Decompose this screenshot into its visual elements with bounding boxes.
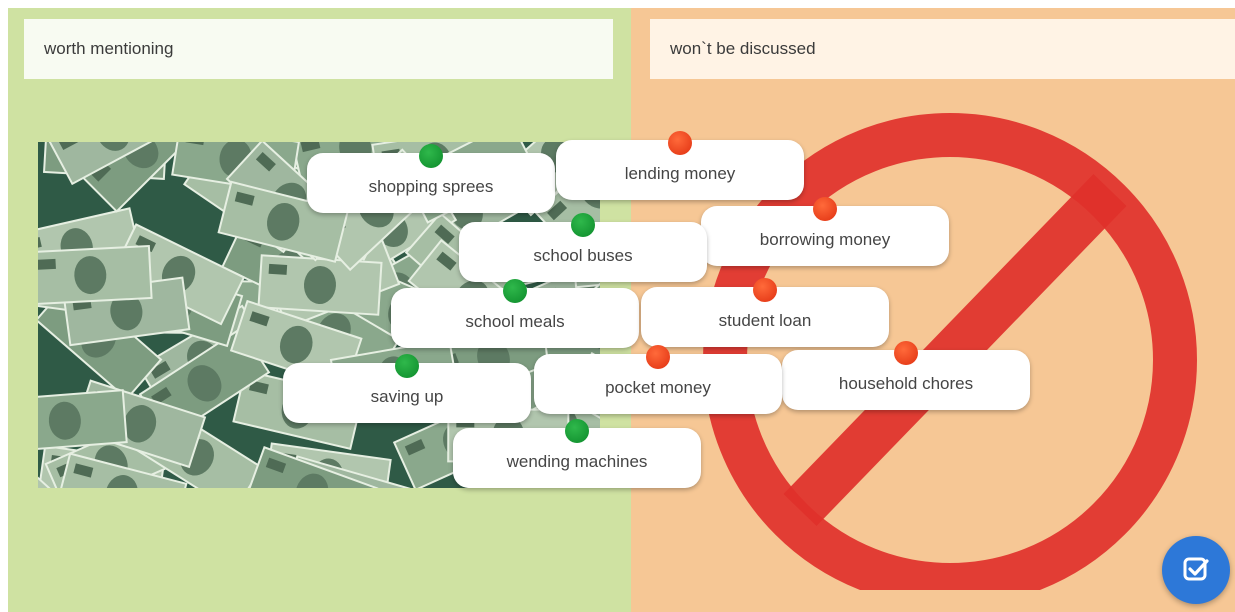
card-pocket-money[interactable]: pocket money (534, 345, 782, 414)
red-dot-icon (668, 131, 692, 155)
card-saving-up[interactable]: saving up (283, 354, 531, 423)
green-dot-icon (571, 213, 595, 237)
green-dot-icon (419, 144, 443, 168)
check-answers-button[interactable] (1162, 536, 1230, 604)
card-label: pocket money (605, 378, 711, 397)
worth-mentioning-header: worth mentioning (24, 19, 613, 79)
red-dot-icon (646, 345, 670, 369)
card-label: shopping sprees (368, 177, 494, 196)
wont-be-discussed-header: won`t be discussed (650, 19, 1235, 79)
card-label: student loan (718, 311, 812, 330)
card-shopping-sprees[interactable]: shopping sprees (307, 144, 555, 213)
card-borrowing-money[interactable]: borrowing money (701, 197, 949, 266)
red-dot-icon (753, 278, 777, 302)
red-dot-icon (894, 341, 918, 365)
card-school-meals[interactable]: school meals (391, 279, 639, 348)
activity-stage: worth mentioning won`t be discussed shop… (0, 0, 1235, 612)
card-school-buses[interactable]: school buses (459, 213, 707, 282)
card-label: school meals (465, 312, 565, 331)
card-label: borrowing money (759, 230, 891, 249)
card-wending-machines[interactable]: wending machines (453, 419, 701, 488)
green-dot-icon (565, 419, 589, 443)
card-label: school buses (533, 246, 633, 265)
card-lending-money[interactable]: lending money (556, 131, 804, 200)
card-household-chores[interactable]: household chores (782, 341, 1030, 410)
check-square-icon (1183, 557, 1209, 581)
card-label: household chores (838, 374, 974, 393)
card-student-loan[interactable]: student loan (641, 278, 889, 347)
card-label: wending machines (506, 452, 648, 471)
green-dot-icon (503, 279, 527, 303)
red-dot-icon (813, 197, 837, 221)
card-label: lending money (624, 164, 736, 183)
column-title: worth mentioning (44, 39, 174, 58)
card-label: saving up (370, 387, 444, 406)
green-dot-icon (395, 354, 419, 378)
column-title: won`t be discussed (670, 39, 816, 58)
